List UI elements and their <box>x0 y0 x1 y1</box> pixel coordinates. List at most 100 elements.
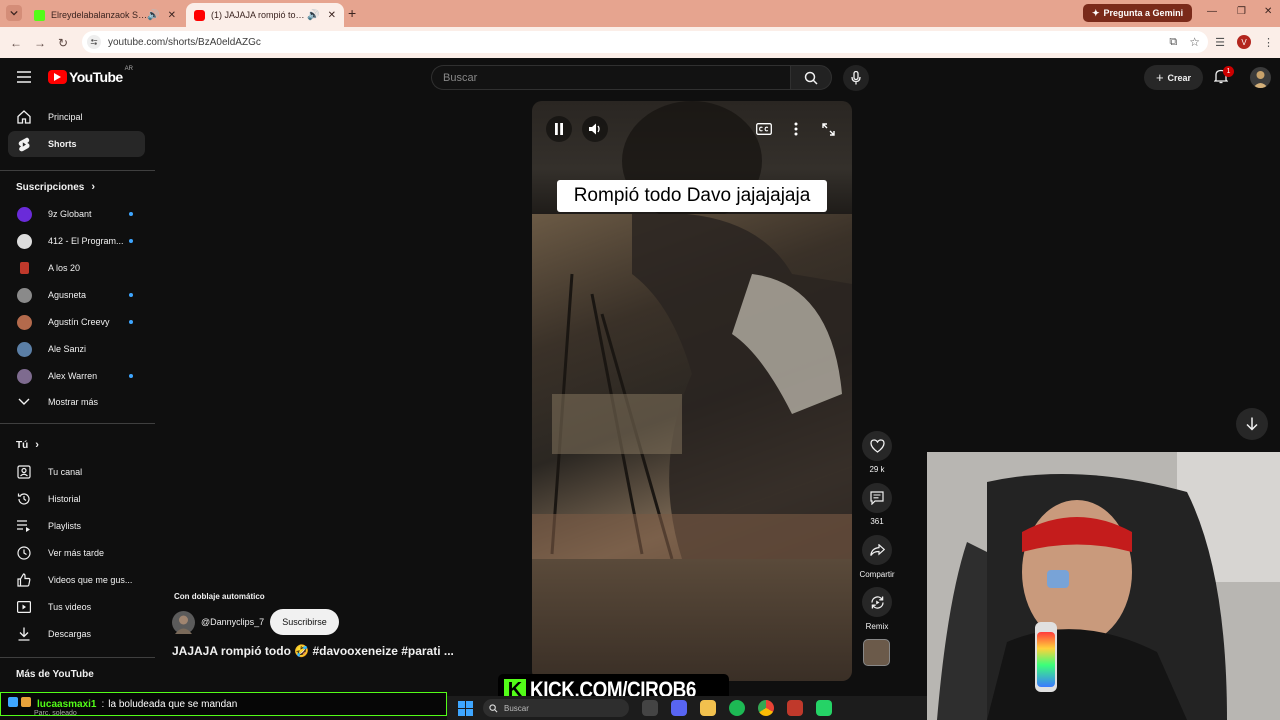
comment-count: 361 <box>870 517 884 526</box>
browser-tab-strip: Elreydelabalanzaok Stream 🔊 ✕ (1) JAJAJA … <box>0 0 1280 27</box>
search-icon <box>804 71 818 85</box>
sidebar-item-historial[interactable]: Historial <box>8 486 145 512</box>
sidebar-item-label: A los 20 <box>48 263 81 273</box>
bookmark-star-icon[interactable]: ☆ <box>1189 35 1200 49</box>
more-from-youtube-header: Más de YouTube <box>16 669 94 680</box>
closed-captions-icon <box>756 123 772 135</box>
pause-button[interactable] <box>546 116 572 142</box>
chrome-icon[interactable] <box>758 700 774 716</box>
site-info-icon[interactable] <box>87 35 101 49</box>
sidebar-item-label: 412 - El Program... <box>48 236 124 246</box>
menu-hamburger-icon[interactable] <box>17 71 31 83</box>
channel-name[interactable]: @Dannyclips_7 <box>201 617 264 627</box>
file-explorer-icon[interactable] <box>700 700 716 716</box>
browser-tab-youtube[interactable]: (1) JAJAJA rompió todo 🤣 🔊 ✕ <box>186 3 344 27</box>
taskbar-search-box[interactable]: Buscar <box>483 699 629 717</box>
close-window-button[interactable]: ✕ <box>1264 6 1272 17</box>
address-bar[interactable]: youtube.com/shorts/BzA0eldAZGc ⧉ ☆ <box>82 31 1208 53</box>
gemini-spark-icon: ✦ <box>1092 7 1100 18</box>
sidebar-item-subscription[interactable]: Agusneta <box>8 282 145 308</box>
sidebar-item-ver-mas-tarde[interactable]: Ver más tarde <box>8 540 145 566</box>
chevron-down-icon <box>10 10 18 16</box>
account-avatar[interactable] <box>1250 67 1271 88</box>
show-more-button[interactable]: Mostrar más <box>8 389 145 415</box>
plus-icon: + <box>1155 70 1164 85</box>
profile-avatar[interactable]: V <box>1237 35 1251 49</box>
sidebar-item-label: Tus videos <box>48 602 92 612</box>
tab-search-button[interactable] <box>6 5 22 21</box>
short-title[interactable]: JAJAJA rompió todo 🤣 #davooxeneize #para… <box>172 644 482 658</box>
pause-icon <box>555 123 563 135</box>
comments-button[interactable] <box>862 483 892 513</box>
create-button[interactable]: + Crear <box>1144 65 1203 90</box>
sidebar-item-subscription[interactable]: A los 20 <box>8 255 145 281</box>
chevron-right-icon: › <box>91 181 96 193</box>
search-input[interactable]: Buscar <box>431 65 791 90</box>
forward-arrow-icon[interactable]: → <box>34 36 46 50</box>
fullscreen-button[interactable] <box>815 116 841 142</box>
minimize-button[interactable]: — <box>1207 6 1217 17</box>
sidebar-item-subscription[interactable]: Ale Sanzi <box>8 336 145 362</box>
whatsapp-icon[interactable] <box>816 700 832 716</box>
streamer-webcam-overlay <box>927 452 1280 720</box>
sidebar-item-label: Mostrar más <box>48 397 99 407</box>
search-button[interactable] <box>790 65 832 90</box>
captions-button[interactable] <box>751 116 777 142</box>
sidebar-item-principal[interactable]: Principal <box>8 104 145 130</box>
voice-search-button[interactable] <box>843 65 869 91</box>
new-content-dot <box>129 320 133 324</box>
subscribe-button[interactable]: Suscribirse <box>270 609 339 635</box>
like-count: 29 k <box>869 465 885 474</box>
sidebar-item-shorts[interactable]: Shorts <box>8 131 145 157</box>
volume-button[interactable] <box>582 116 608 142</box>
speaker-icon[interactable]: 🔊 <box>307 10 319 21</box>
remix-button[interactable] <box>862 587 892 617</box>
channel-avatar[interactable] <box>172 611 195 634</box>
youtube-logo[interactable]: YouTube AR <box>48 66 133 85</box>
remix-label: Remix <box>865 622 889 631</box>
kick-favicon-icon <box>34 9 45 21</box>
speaker-icon[interactable]: 🔊 <box>147 10 159 21</box>
sidebar-item-label: Principal <box>48 112 83 122</box>
tab-close-icon[interactable]: ✕ <box>168 10 176 21</box>
like-button[interactable] <box>862 431 892 461</box>
new-tab-button[interactable]: + <box>348 5 356 21</box>
back-arrow-icon[interactable]: ← <box>10 36 22 50</box>
subscriptions-header[interactable]: Suscripciones › <box>16 181 95 193</box>
new-content-dot <box>129 212 133 216</box>
share-button[interactable] <box>862 535 892 565</box>
browser-menu-icon[interactable]: ⋮ <box>1263 36 1274 49</box>
audio-source-thumbnail[interactable] <box>863 639 890 666</box>
sidebar-item-descargas[interactable]: Descargas <box>8 621 145 647</box>
reload-icon[interactable]: ↻ <box>58 36 68 50</box>
sidebar-item-subscription[interactable]: Agustín Creevy <box>8 309 145 335</box>
sidebar-item-subscription[interactable]: 412 - El Program... <box>8 228 145 254</box>
sidebar-item-tus-videos[interactable]: Tus videos <box>8 594 145 620</box>
sidebar-item-playlists[interactable]: Playlists <box>8 513 145 539</box>
discord-icon[interactable] <box>671 700 687 716</box>
app-icon[interactable] <box>787 700 803 716</box>
you-header[interactable]: Tú › <box>16 439 39 451</box>
video-frame-scene <box>532 214 852 559</box>
subscriptions-header-label: Suscripciones <box>16 181 85 193</box>
more-options-button[interactable] <box>783 116 809 142</box>
windows-start-icon[interactable] <box>458 700 473 716</box>
sidebar-divider <box>0 170 155 171</box>
spotify-icon[interactable] <box>729 700 745 716</box>
channel-avatar <box>16 287 32 303</box>
ask-gemini-button[interactable]: ✦ Pregunta a Gemini <box>1083 4 1193 22</box>
country-code: AR <box>124 66 133 72</box>
sidebar-item-tu-canal[interactable]: Tu canal <box>8 459 145 485</box>
next-short-button[interactable] <box>1236 408 1268 440</box>
sidebar-item-label: Agusneta <box>48 290 87 300</box>
sidebar-item-subscription[interactable]: 9z Globant <box>8 201 145 227</box>
reading-list-icon[interactable]: ☰ <box>1215 36 1225 49</box>
sidebar-item-liked-videos[interactable]: Videos que me gus... <box>8 567 145 593</box>
sidebar-item-subscription[interactable]: Alex Warren <box>8 363 145 389</box>
task-view-icon[interactable] <box>642 700 658 716</box>
tab-close-icon[interactable]: ✕ <box>328 10 336 21</box>
cast-icon[interactable]: ⧉ <box>1169 36 1177 49</box>
browser-tab-kick[interactable]: Elreydelabalanzaok Stream 🔊 ✕ <box>26 3 184 27</box>
maximize-button[interactable]: ❐ <box>1237 6 1246 17</box>
you-header-label: Tú <box>16 439 29 451</box>
